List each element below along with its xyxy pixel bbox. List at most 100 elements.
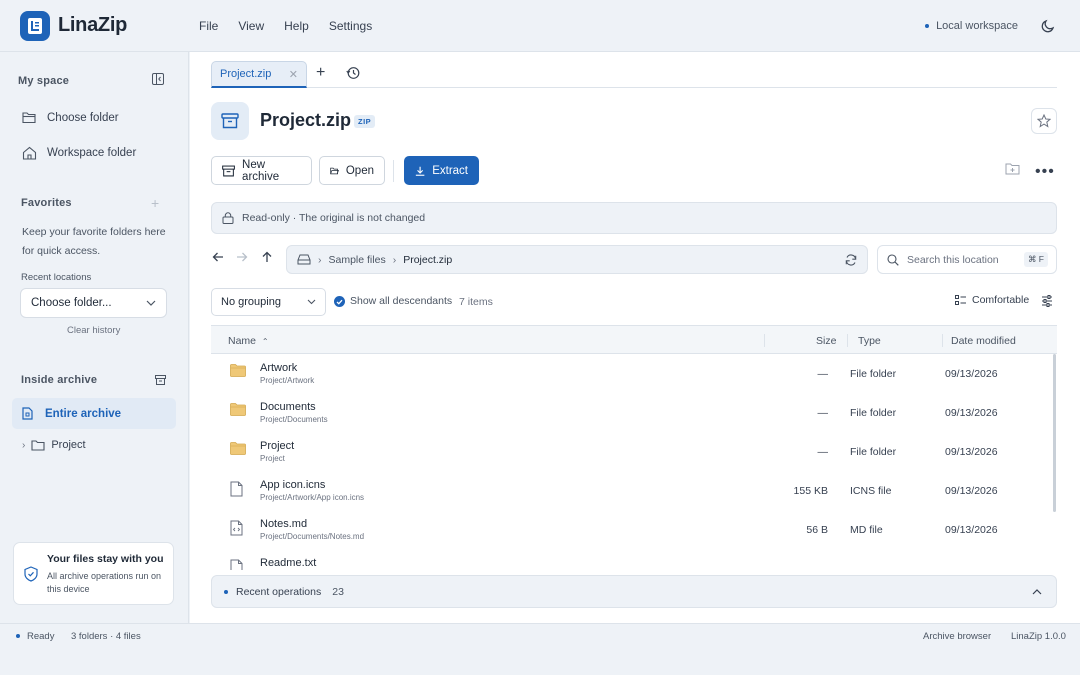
read-only-notice: Read-only · The original is not changed (211, 202, 1057, 234)
new-tab-icon[interactable]: + (316, 64, 325, 82)
file-name: App icon.icns (260, 479, 326, 491)
breadcrumb[interactable]: › Sample files › Project.zip (286, 245, 868, 274)
table-row[interactable]: Project Project — File folder 09/13/2026 (211, 432, 1057, 471)
shield-check-icon (24, 566, 38, 582)
show-descendants-label[interactable]: Show all descendants (350, 295, 452, 307)
grouping-value: No grouping (221, 296, 281, 308)
drive-icon (297, 254, 311, 265)
file-path: Project/Artwork (260, 376, 315, 385)
folder-icon (230, 403, 246, 419)
checkmark-icon (336, 299, 343, 305)
file-type: File folder (850, 407, 897, 419)
app-name: LinaZip (58, 14, 128, 36)
refresh-icon[interactable] (845, 253, 857, 266)
privacy-description: All archive operations run on this devic… (47, 571, 162, 594)
file-size: 56 B (806, 524, 828, 536)
extract-button[interactable]: Extract (404, 156, 479, 185)
table-row[interactable]: Documents Project/Documents — File folder 09… (211, 393, 1057, 432)
button-label: New archive (242, 158, 280, 183)
table-row[interactable]: Readme.txt (211, 549, 1057, 570)
file-size: — (817, 407, 829, 419)
select-value: Choose folder... (31, 297, 112, 309)
sidebar-item-choose-folder[interactable]: Choose folder (22, 111, 119, 124)
breadcrumb-segment[interactable]: Sample files (329, 254, 386, 266)
file-name: Documents (260, 401, 316, 413)
tab-label: Project.zip (220, 68, 272, 80)
list-density-icon (955, 295, 966, 305)
notice-text: Read-only · The original is not changed (242, 212, 426, 224)
privacy-card: Your files stay with you All archive ope… (13, 542, 174, 605)
table-scrollbar[interactable] (1053, 354, 1056, 512)
workspace-dot (925, 23, 930, 28)
top-bar: LinaZip File View Help Settings Local wo… (0, 0, 1080, 52)
sidebar-collapse-icon[interactable] (152, 73, 164, 85)
menu-settings[interactable]: Settings (329, 19, 372, 33)
folder-icon (230, 364, 246, 380)
show-descendants-checkbox[interactable] (334, 296, 345, 307)
sidebar-item-workspace-folder[interactable]: Workspace folder (22, 146, 136, 160)
file-name: Artwork (260, 362, 298, 374)
column-divider[interactable] (764, 334, 765, 347)
file-date: 09/13/2026 (945, 368, 998, 380)
chevron-right-icon[interactable]: › (22, 440, 25, 451)
clear-history-link[interactable]: Clear history (67, 325, 120, 336)
file-path: Project/Documents (260, 415, 328, 424)
forward-arrow-icon[interactable] (236, 251, 248, 263)
file-type: MD file (850, 524, 883, 536)
more-options-icon[interactable]: ••• (1035, 163, 1055, 181)
favorites-hint: Keep your favorite folders here for quic… (22, 226, 166, 257)
new-folder-icon[interactable] (1005, 163, 1020, 175)
close-tab-icon[interactable]: ✕ (289, 68, 298, 81)
file-archive-icon (22, 407, 33, 420)
recent-locations-select[interactable]: Choose folder... (20, 288, 167, 318)
tree-item-project[interactable]: › Project (22, 439, 86, 451)
favorite-star-button[interactable] (1031, 108, 1057, 134)
table-row[interactable]: Artwork Project/Artwork — File folder 09/13/… (211, 354, 1057, 393)
column-divider[interactable] (942, 334, 943, 347)
breadcrumb-separator: › (318, 253, 322, 266)
sidebar-item-label: Choose folder (47, 111, 119, 124)
my-space-heading: My space (18, 75, 70, 87)
file-icon (230, 559, 243, 570)
file-path: Project (260, 454, 285, 463)
add-favorite-icon[interactable]: + (151, 195, 159, 211)
items-count: 7 items (459, 296, 493, 308)
column-size-header[interactable]: Size (816, 335, 836, 347)
sidebar-item-label: Workspace folder (47, 147, 137, 159)
status-version: LinaZip 1.0.0 (1011, 631, 1066, 642)
inside-archive-heading: Inside archive (21, 374, 98, 386)
tab-project-zip[interactable]: Project.zip ✕ (211, 61, 307, 88)
recent-operations-bar[interactable]: Recent operations 23 (211, 575, 1057, 608)
up-arrow-icon[interactable] (261, 251, 273, 263)
column-divider[interactable] (847, 334, 848, 347)
chevron-up-icon[interactable] (1032, 588, 1042, 595)
density-toggle[interactable]: Comfortable (955, 294, 1029, 306)
workspace-indicator[interactable]: Local workspace (925, 20, 1018, 32)
logo-icon (20, 10, 50, 41)
grouping-select[interactable]: No grouping (211, 288, 326, 316)
column-name-header[interactable]: Name ⌃ (228, 335, 269, 347)
column-type-header[interactable]: Type (858, 335, 881, 347)
file-name: Notes.md (260, 518, 308, 530)
search-input[interactable]: Search this location ⌘ F (877, 245, 1057, 274)
open-button[interactable]: Open (319, 156, 385, 185)
back-arrow-icon[interactable] (212, 251, 224, 263)
file-type: File folder (850, 446, 897, 458)
page-title: Project.zip (260, 110, 352, 130)
menu-view[interactable]: View (238, 19, 264, 33)
column-date-header[interactable]: Date modified (951, 335, 1016, 347)
main-panel: Project.zip ✕ + Project.zip ZIP New arch… (190, 52, 1080, 623)
sidebar-item-entire-archive[interactable]: Entire archive (12, 398, 176, 429)
history-icon[interactable] (346, 66, 360, 80)
table-row[interactable]: Notes.md Project/Documents/Notes.md 56 B MD… (211, 510, 1057, 549)
new-archive-button[interactable]: New archive (211, 156, 312, 185)
breadcrumb-current[interactable]: Project.zip (403, 254, 452, 266)
theme-toggle-icon[interactable] (1040, 18, 1056, 34)
file-type: ICNS file (850, 485, 892, 497)
tree-item-label: Project (51, 439, 86, 451)
privacy-title: Your files stay with you (47, 553, 164, 565)
table-row[interactable]: App icon.icns Project/Artwork/App icon.ic… (211, 471, 1057, 510)
sliders-icon[interactable] (1041, 295, 1053, 307)
menu-file[interactable]: File (199, 19, 218, 33)
menu-help[interactable]: Help (284, 19, 309, 33)
